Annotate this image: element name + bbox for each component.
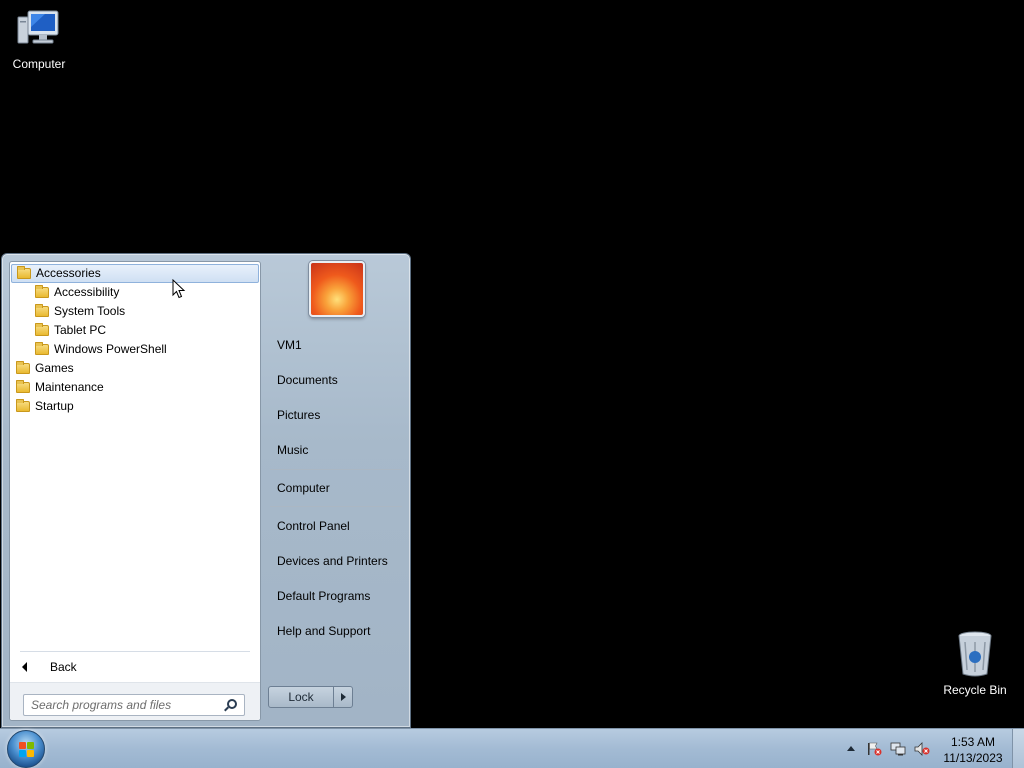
taskbar: 1:53 AM 11/13/2023 bbox=[0, 728, 1024, 768]
program-folder-accessories[interactable]: Accessories bbox=[11, 264, 259, 283]
search-input[interactable] bbox=[24, 695, 220, 715]
lock-button[interactable]: Lock bbox=[268, 686, 334, 708]
programs-pane: Accessories Accessibility System Tools T… bbox=[9, 261, 261, 721]
program-folder-windows-powershell[interactable]: Windows PowerShell bbox=[11, 340, 259, 359]
program-folder-label: Games bbox=[35, 361, 74, 375]
program-folder-startup[interactable]: Startup bbox=[11, 397, 259, 416]
divider bbox=[270, 506, 402, 507]
network-icon[interactable] bbox=[890, 742, 906, 756]
folder-icon bbox=[35, 342, 49, 355]
program-folder-games[interactable]: Games bbox=[11, 359, 259, 378]
folder-icon bbox=[16, 361, 30, 374]
program-folder-accessibility[interactable]: Accessibility bbox=[11, 283, 259, 302]
program-folder-system-tools[interactable]: System Tools bbox=[11, 302, 259, 321]
back-button[interactable]: Back bbox=[10, 657, 260, 677]
folder-icon bbox=[16, 380, 30, 393]
start-menu: Accessories Accessibility System Tools T… bbox=[1, 253, 411, 728]
start-link-documents[interactable]: Documents bbox=[277, 373, 338, 387]
back-label: Back bbox=[50, 660, 77, 674]
program-folder-maintenance[interactable]: Maintenance bbox=[11, 378, 259, 397]
folder-icon bbox=[35, 304, 49, 317]
desktop-icon-recycle-bin[interactable]: Recycle Bin bbox=[936, 630, 1014, 697]
folder-icon bbox=[35, 323, 49, 336]
start-link-music[interactable]: Music bbox=[277, 443, 308, 457]
volume-muted-icon[interactable] bbox=[914, 742, 930, 756]
program-folder-label: Windows PowerShell bbox=[54, 342, 167, 356]
program-folder-label: System Tools bbox=[54, 304, 126, 318]
all-programs-list: Accessories Accessibility System Tools T… bbox=[10, 262, 260, 416]
mouse-cursor-icon bbox=[172, 279, 186, 299]
user-picture[interactable] bbox=[309, 261, 365, 317]
start-link-pictures[interactable]: Pictures bbox=[277, 408, 320, 422]
action-center-flag-icon[interactable] bbox=[866, 742, 882, 756]
start-link-default-programs[interactable]: Default Programs bbox=[277, 589, 370, 603]
start-button[interactable] bbox=[7, 730, 45, 768]
divider bbox=[20, 651, 250, 652]
divider bbox=[270, 469, 402, 470]
program-folder-label: Maintenance bbox=[35, 380, 104, 394]
back-arrow-icon bbox=[22, 662, 27, 672]
program-folder-label: Tablet PC bbox=[54, 323, 107, 337]
start-link-user[interactable]: VM1 bbox=[277, 338, 302, 352]
start-link-computer[interactable]: Computer bbox=[277, 481, 330, 495]
start-link-help-and-support[interactable]: Help and Support bbox=[277, 624, 370, 638]
show-hidden-icons-button[interactable] bbox=[847, 746, 855, 751]
desktop-icon-label: Recycle Bin bbox=[943, 683, 1007, 697]
desktop-icon-label: Computer bbox=[12, 57, 66, 71]
program-folder-label: Accessibility bbox=[54, 285, 120, 299]
program-folder-label: Startup bbox=[35, 399, 74, 413]
start-link-devices-and-printers[interactable]: Devices and Printers bbox=[277, 554, 388, 568]
recycle-bin-icon bbox=[958, 631, 992, 677]
folder-icon bbox=[17, 266, 31, 279]
show-desktop-button[interactable] bbox=[1012, 729, 1024, 768]
clock-date: 11/13/2023 bbox=[943, 751, 1003, 765]
search-icon[interactable] bbox=[227, 699, 237, 709]
search-box bbox=[23, 694, 245, 716]
windows-logo-icon bbox=[19, 742, 35, 758]
desktop-icon-computer[interactable]: Computer bbox=[0, 8, 78, 71]
folder-icon bbox=[35, 285, 49, 298]
program-folder-label: Accessories bbox=[36, 266, 101, 280]
computer-icon bbox=[17, 10, 59, 44]
folder-icon bbox=[16, 399, 30, 412]
program-folder-tablet-pc[interactable]: Tablet PC bbox=[11, 321, 259, 340]
power-options-arrow-button[interactable] bbox=[333, 686, 353, 708]
system-clock[interactable]: 1:53 AM 11/13/2023 bbox=[938, 734, 1008, 766]
clock-time: 1:53 AM bbox=[950, 735, 996, 749]
start-link-control-panel[interactable]: Control Panel bbox=[277, 519, 350, 533]
